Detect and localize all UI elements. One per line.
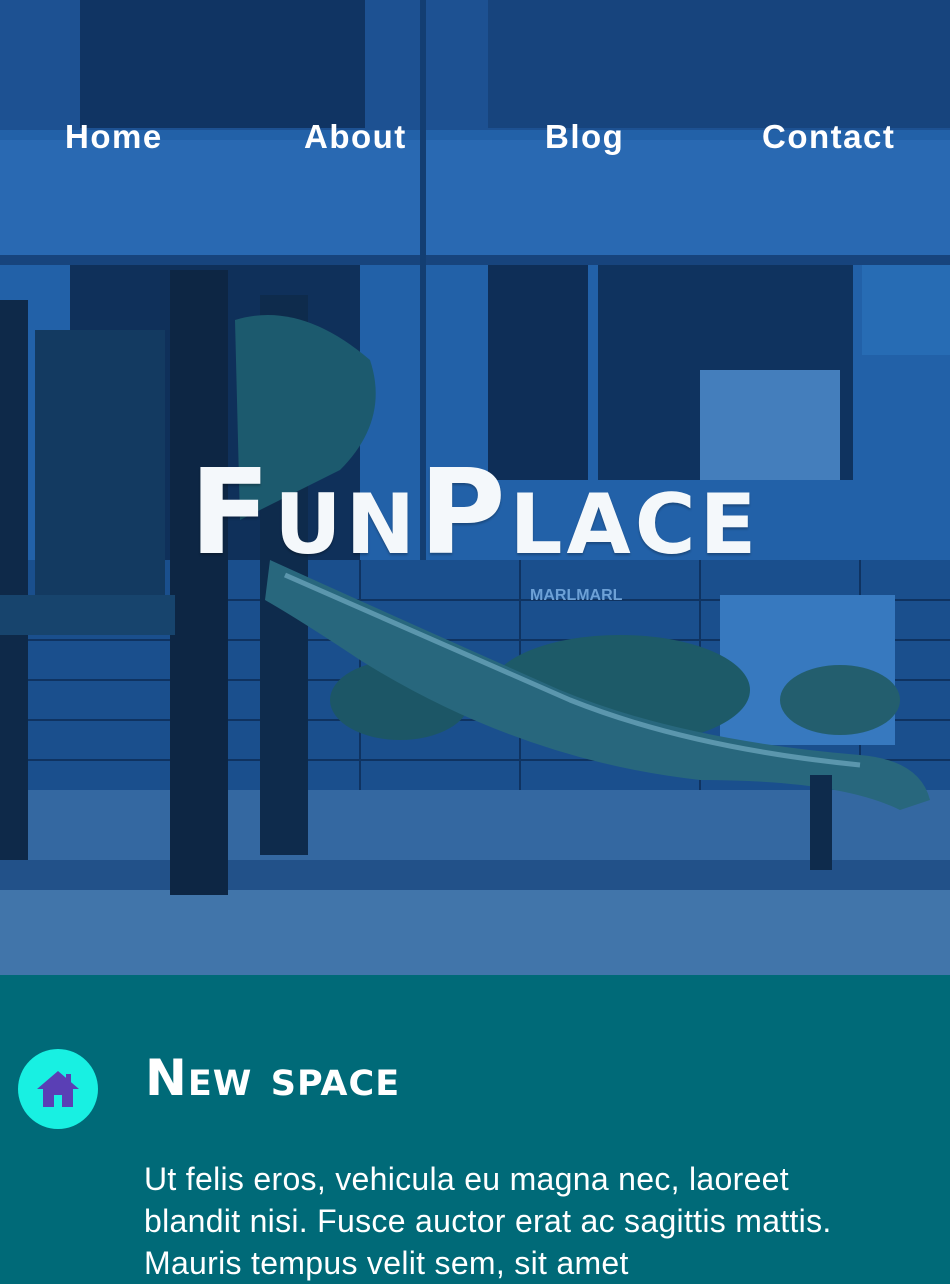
feature-icon-circle bbox=[18, 1049, 98, 1129]
hero-section: MARLMARL Home About Blog Contact FunPlac… bbox=[0, 0, 950, 975]
feature-section: New space Ut felis eros, vehicula eu mag… bbox=[0, 975, 950, 1281]
main-nav: Home About Blog Contact bbox=[0, 118, 950, 158]
nav-contact-link[interactable]: Contact bbox=[762, 118, 895, 156]
feature-text: Ut felis eros, vehicula eu magna nec, la… bbox=[144, 1161, 832, 1281]
nav-home-link[interactable]: Home bbox=[65, 118, 163, 156]
feature-title: New space bbox=[145, 1049, 401, 1107]
nav-blog-link[interactable]: Blog bbox=[545, 118, 624, 156]
home-icon bbox=[37, 1071, 79, 1107]
brand-title: FunPlace bbox=[189, 443, 761, 581]
nav-about-link[interactable]: About bbox=[304, 118, 407, 156]
